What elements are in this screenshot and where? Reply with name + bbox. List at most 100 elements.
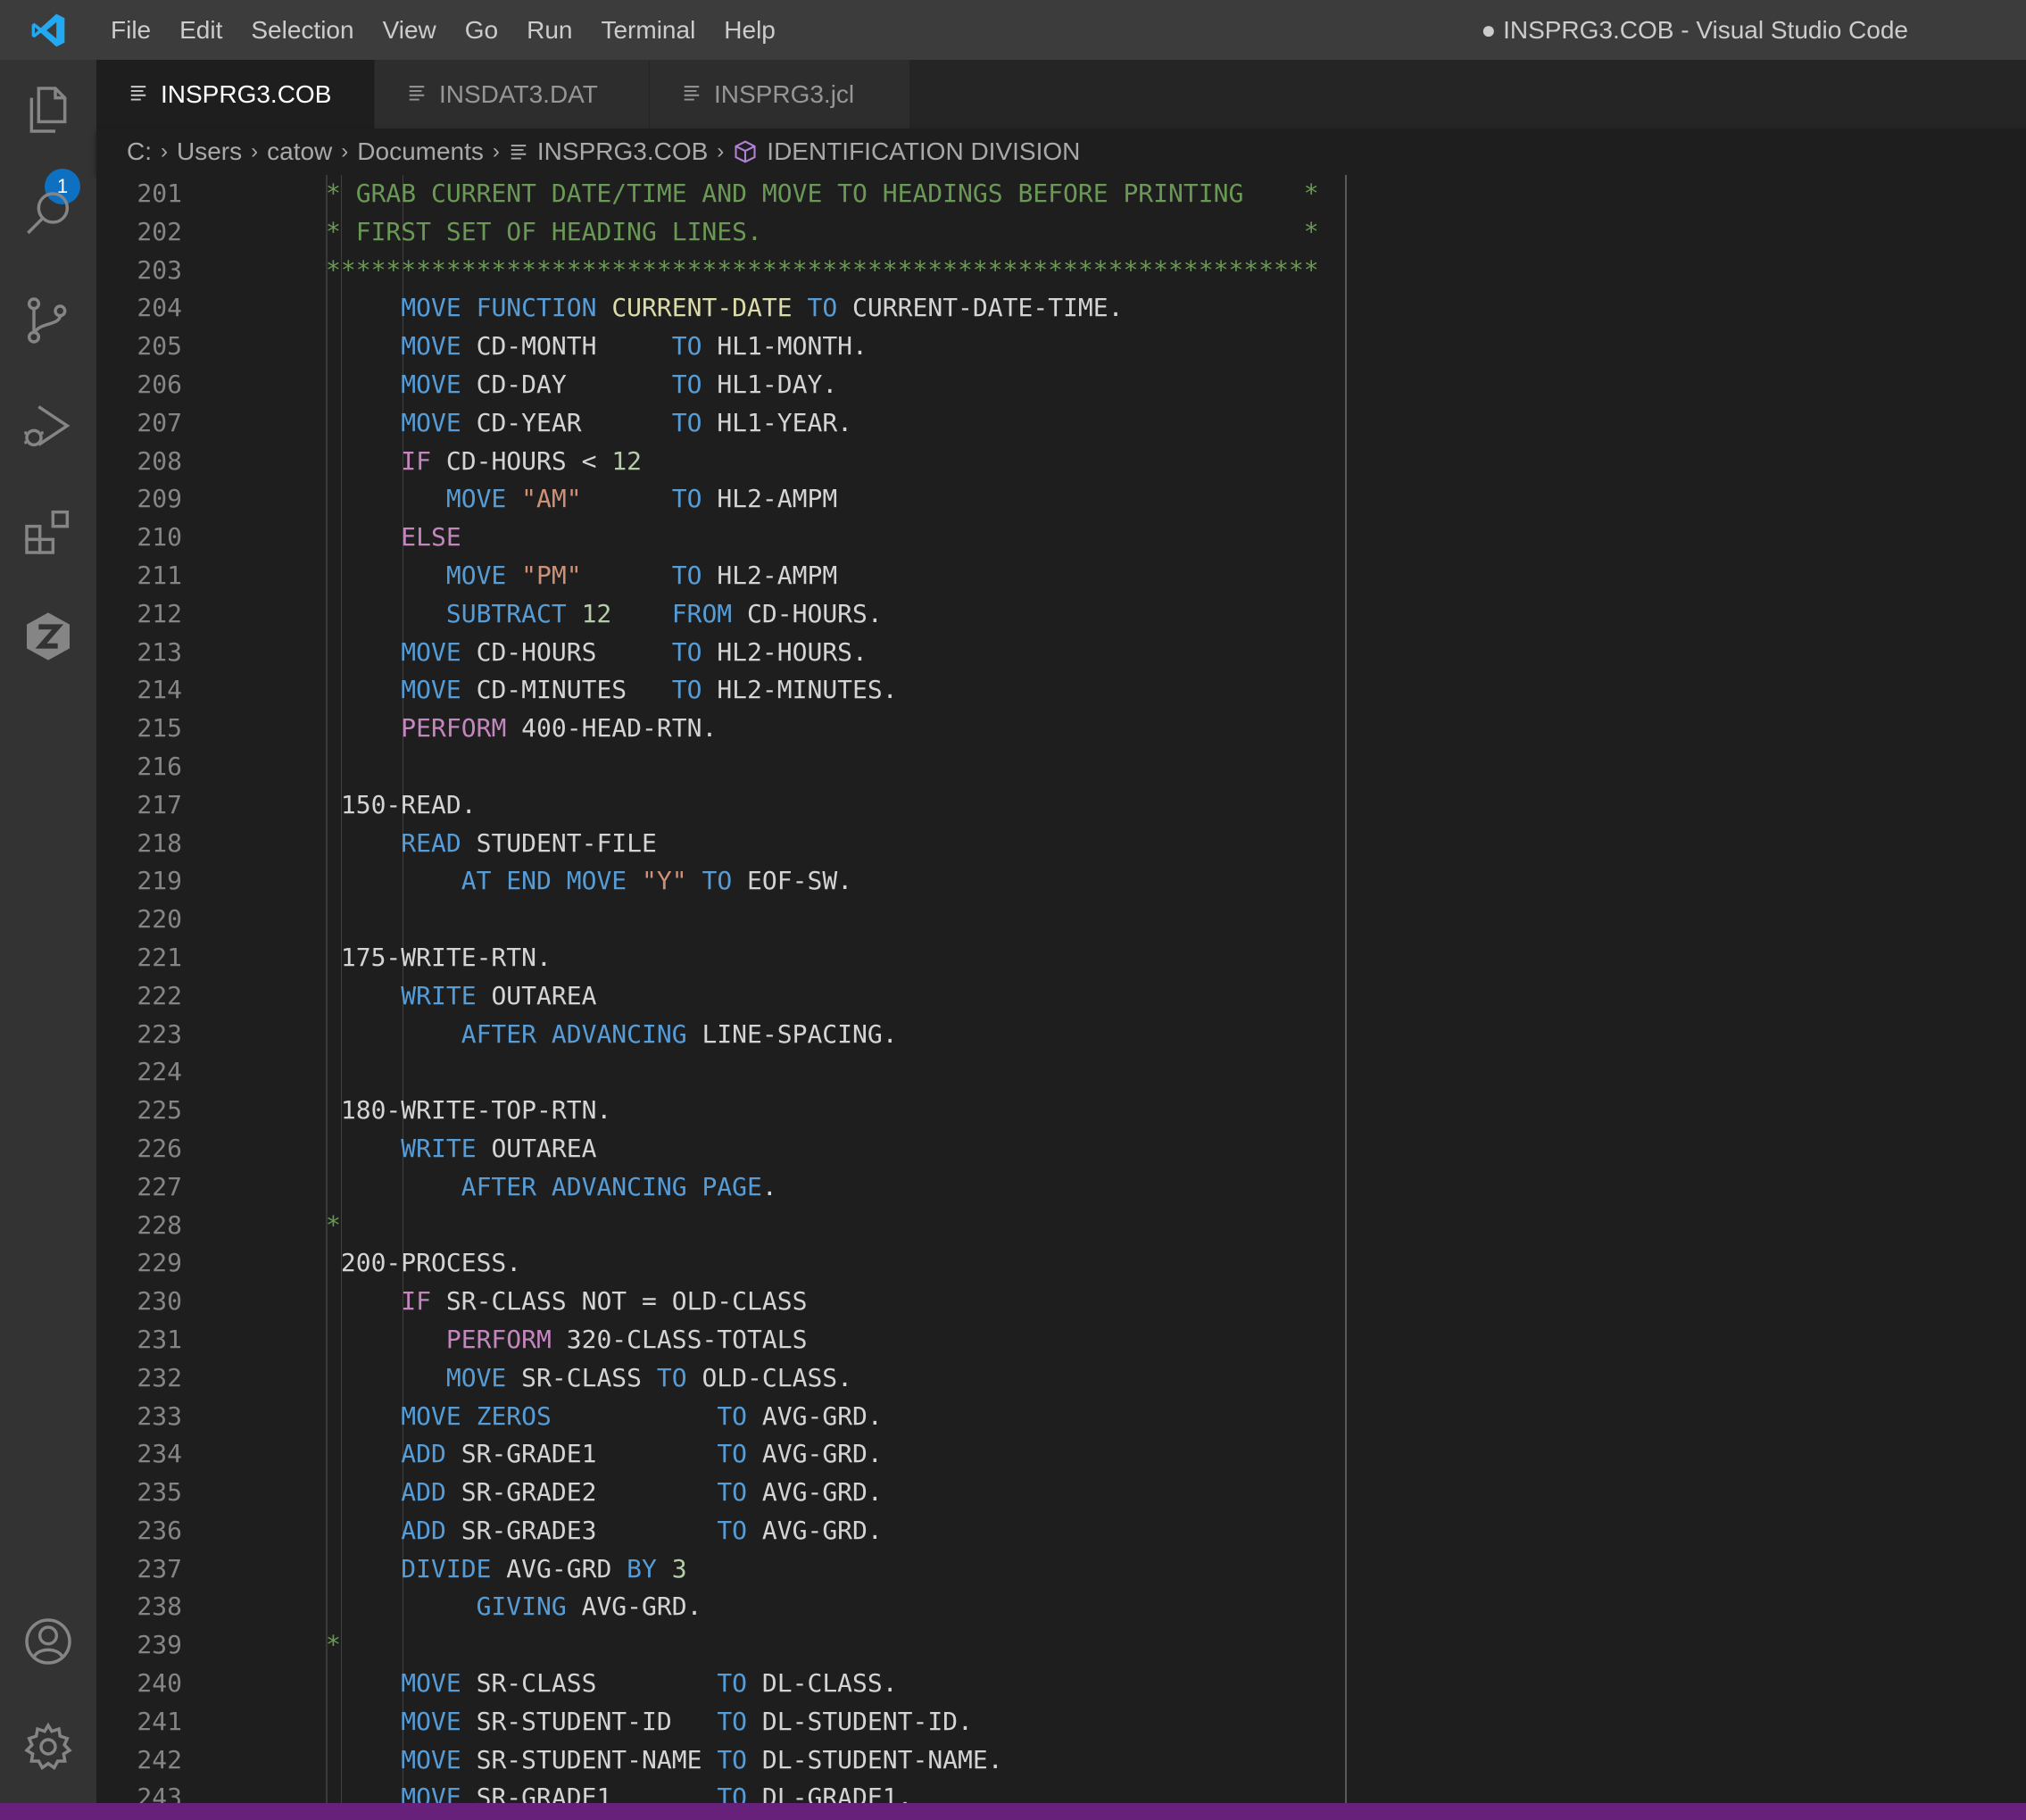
line-number: 235: [137, 1477, 182, 1508]
code-token: TO: [671, 560, 702, 590]
run-debug-icon[interactable]: [20, 397, 77, 454]
tab-insdat3-dat[interactable]: INSDAT3.DAT: [375, 60, 650, 129]
code-token: HL1-YEAR.: [702, 407, 853, 437]
code-token: AT: [461, 866, 492, 896]
code-token: ****************************************…: [326, 254, 1319, 285]
extensions-icon[interactable]: [20, 503, 77, 560]
file-lines-icon: [407, 80, 427, 109]
tab-label: INSPRG3.COB: [161, 79, 332, 108]
code-token: EOF-SW.: [732, 866, 853, 896]
line-number: 231: [137, 1324, 182, 1354]
code-token: DL-STUDENT-ID.: [747, 1706, 973, 1736]
code-text: MOVE SR-CLASS TO DL-CLASS.: [326, 1665, 897, 1703]
code-token: SR-GRADE3: [445, 1515, 718, 1545]
code-token: CD-MINUTES: [461, 675, 672, 705]
explorer-icon[interactable]: [20, 81, 77, 138]
breadcrumb-symbol[interactable]: IDENTIFICATION DIVISION: [767, 137, 1080, 166]
line-number: 236: [137, 1515, 182, 1545]
code-text: *: [326, 1207, 341, 1245]
accounts-icon[interactable]: [20, 1613, 77, 1670]
settings-gear-icon[interactable]: [20, 1718, 77, 1775]
menu-view[interactable]: View: [369, 0, 451, 60]
code-text: PERFORM 400-HEAD-RTN.: [326, 710, 717, 748]
code-token: 175-WRITE-RTN.: [326, 942, 552, 972]
code-text: AT END MOVE "Y" TO EOF-SW.: [326, 862, 852, 901]
code-token: MOVE: [401, 1400, 461, 1431]
code-token: MOVE: [401, 1744, 461, 1774]
line-number: 217: [137, 789, 182, 819]
line-number: 204: [137, 293, 182, 323]
code-token: AVG-GRD.: [566, 1591, 702, 1622]
code-token: CD-DAY: [461, 369, 672, 399]
menu-terminal[interactable]: Terminal: [586, 0, 710, 60]
code-text: ADD SR-GRADE2 TO AVG-GRD.: [326, 1474, 882, 1512]
menu-file[interactable]: File: [96, 0, 165, 60]
code-token: TO: [717, 1706, 748, 1736]
line-number: 219: [137, 866, 182, 896]
tab-insprg3-cob[interactable]: INSPRG3.COB: [96, 60, 375, 129]
code-token: SR-GRADE1: [445, 1439, 718, 1469]
breadcrumb-drive[interactable]: C:: [127, 137, 152, 166]
source-control-icon[interactable]: [20, 292, 77, 349]
code-token: 12: [581, 598, 612, 628]
menu-go[interactable]: Go: [451, 0, 512, 60]
activity-bar: 1: [0, 60, 96, 1803]
code-token: TO: [717, 1515, 748, 1545]
zowe-explorer-icon[interactable]: [20, 608, 77, 665]
line-number: 230: [137, 1286, 182, 1317]
code-token: TO: [671, 331, 702, 362]
code-token: TO: [717, 1477, 748, 1508]
code-text: MOVE CD-MINUTES TO HL2-MINUTES.: [326, 671, 897, 710]
code-token: ADD: [401, 1477, 446, 1508]
breadcrumb-users[interactable]: Users: [177, 137, 242, 166]
tab-insprg3-jcl[interactable]: INSPRG3.jcl: [650, 60, 910, 129]
code-token: .: [761, 1171, 777, 1201]
code-token: AVG-GRD.: [747, 1400, 883, 1431]
code-token: HL1-DAY.: [702, 369, 838, 399]
line-number: 220: [137, 904, 182, 935]
code-token: SR-CLASS NOT = OLD-CLASS: [431, 1286, 808, 1317]
code-token: SR-GRADE2: [445, 1477, 718, 1508]
code-token: ADVANCING: [551, 1018, 687, 1049]
menu-run[interactable]: Run: [512, 0, 586, 60]
breadcrumb-file[interactable]: INSPRG3.COB: [537, 137, 708, 166]
tab-label: INSDAT3.DAT: [439, 79, 598, 108]
search-icon[interactable]: [20, 187, 77, 244]
code-text: MOVE CD-MONTH TO HL1-MONTH.: [326, 328, 868, 366]
code-token: *: [326, 1209, 341, 1240]
code-token: HL2-AMPM: [702, 560, 838, 590]
chevron-right-icon: ›: [161, 139, 168, 163]
line-number: 237: [137, 1553, 182, 1583]
breadcrumb-documents[interactable]: Documents: [357, 137, 484, 166]
code-token: MOVE: [401, 407, 461, 437]
code-token: TO: [717, 1783, 748, 1803]
menu-help[interactable]: Help: [710, 0, 790, 60]
code-token: 180-WRITE-TOP-RTN.: [326, 1095, 612, 1126]
line-number: 214: [137, 675, 182, 705]
code-editor[interactable]: 201 * GRAB CURRENT DATE/TIME AND MOVE TO …: [96, 175, 2026, 1803]
line-number: 224: [137, 1057, 182, 1087]
menu-edit[interactable]: Edit: [165, 0, 237, 60]
breadcrumb-catow[interactable]: catow: [267, 137, 332, 166]
code-text: MOVE SR-GRADE1 TO DL-GRADE1.: [326, 1779, 912, 1803]
code-token: AVG-GRD.: [747, 1439, 883, 1469]
code-text: * GRAB CURRENT DATE/TIME AND MOVE TO HEA…: [326, 175, 1319, 213]
menu-selection[interactable]: Selection: [237, 0, 368, 60]
code-text: MOVE SR-CLASS TO OLD-CLASS.: [326, 1359, 852, 1398]
code-token: ZEROS: [476, 1400, 552, 1431]
